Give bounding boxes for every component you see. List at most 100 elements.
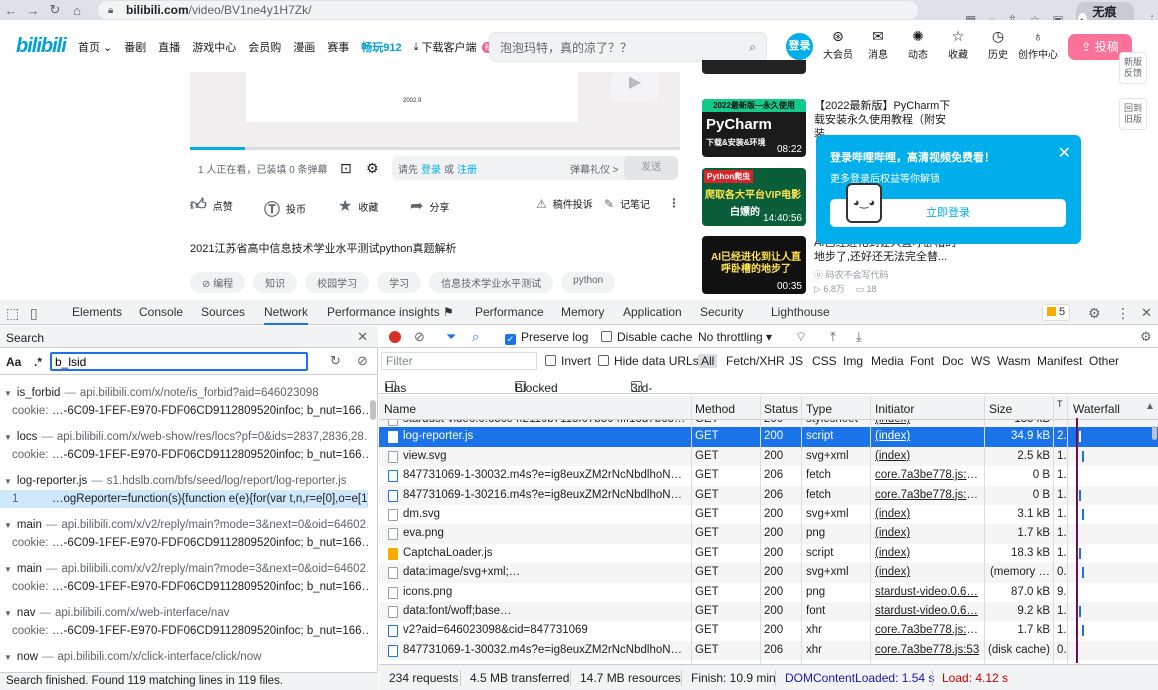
result-header[interactable]: ▼ locs — api.bilibili.com/x/web-show/res/lo… <box>0 428 368 446</box>
history-button[interactable]: ◷ 历史 <box>978 28 1018 61</box>
close-search-icon[interactable]: ✕ <box>357 329 368 345</box>
tab-sources[interactable]: Sources <box>201 305 245 319</box>
type-filter-all[interactable]: All <box>698 354 718 368</box>
type-filter-js[interactable]: JS <box>789 354 803 368</box>
close-icon[interactable]: ✕ <box>1058 143 1071 163</box>
type-filter-other[interactable]: Other <box>1089 354 1119 368</box>
expand-triangle-icon[interactable]: ▼ <box>4 653 12 662</box>
feedback-button[interactable]: 新版反馈 <box>1119 52 1147 84</box>
result-header[interactable]: ▼ main — api.bilibili.com/x/v2/reply/main?m… <box>0 560 368 578</box>
tag[interactable]: 知识 <box>253 272 298 293</box>
play-icon[interactable]: ▶ <box>611 72 659 102</box>
nav-event[interactable]: 畅玩912 <box>361 39 401 55</box>
result-header[interactable]: ▼ log-reporter.js — s1.hdslb.com/bfs/seed/l… <box>0 472 368 490</box>
device-toggle-icon[interactable]: ▯ <box>30 305 38 322</box>
request-initiator[interactable]: (index) <box>875 566 981 578</box>
dynamics-button[interactable]: ✺ 动态 <box>898 28 938 61</box>
request-row[interactable]: dm.svg GET 200 svg+xml (index) 3.1 kB 1. <box>379 505 1158 524</box>
search-result[interactable]: ▼ main — api.bilibili.com/x/v2/reply/main?m… <box>0 560 368 596</box>
request-initiator[interactable]: (index) <box>875 430 981 442</box>
col-size[interactable]: Size <box>989 402 1012 416</box>
tab-application[interactable]: Application <box>623 305 682 319</box>
request-row[interactable]: 847731069-1-30216.m4s?e=ig8euxZM2rNcNbdl… <box>379 485 1158 505</box>
reco-uploader[interactable]: ⓤ 码农不会写代码 <box>814 268 889 281</box>
request-row[interactable]: 847731069-1-30032.m4s?e=ig8euxZM2rNcNbdl… <box>379 466 1158 485</box>
result-match[interactable]: cookie: …-6C09-1FEF-E970-FDF06CD911280952… <box>0 622 368 640</box>
request-initiator[interactable]: (index) <box>875 508 981 520</box>
result-match[interactable]: 1 …ogReporter=function(s){function e(e){f… <box>0 490 368 508</box>
search-result[interactable]: ▼ locs — api.bilibili.com/x/web-show/res/lo… <box>0 428 368 464</box>
preserve-log-checkbox[interactable]: ✓ Preserve log <box>505 330 588 345</box>
hide-data-urls-checkbox[interactable]: Hide data URLs <box>598 354 699 368</box>
type-filter-ws[interactable]: WS <box>971 354 990 368</box>
nav-manga[interactable]: 漫画 <box>293 39 315 55</box>
result-match[interactable]: cookie: …-6C09-1FEF-E970-FDF06CD911280952… <box>0 446 368 464</box>
video-player[interactable]: 2002.9 ▶ <box>190 72 680 150</box>
forward-icon[interactable]: → <box>22 3 44 18</box>
result-header[interactable]: ▼ main — api.bilibili.com/x/v2/reply/main?m… <box>0 516 368 534</box>
nav-game[interactable]: 游戏中心 <box>192 39 236 55</box>
send-button[interactable]: 发送 <box>624 156 678 180</box>
clear-log-icon[interactable]: ⊘ <box>414 329 425 345</box>
clear-icon[interactable]: ⊘ <box>357 353 368 369</box>
expand-triangle-icon[interactable]: ▼ <box>4 433 12 442</box>
type-filter-doc[interactable]: Doc <box>942 354 963 368</box>
search-result[interactable]: ▼ now — api.bilibili.com/x/click-interface/… <box>0 648 368 666</box>
expand-triangle-icon[interactable]: ▼ <box>4 521 12 530</box>
home-icon[interactable]: ⌂ <box>66 3 88 18</box>
col-method[interactable]: Method <box>695 402 735 416</box>
reco-item[interactable]: AI已经进化到让人直呼卧槽的地步了 00:35 AI已经进化到让人直呼卧槽的地步… <box>702 236 962 296</box>
search-result[interactable]: ▼ log-reporter.js — s1.hdslb.com/bfs/seed/l… <box>0 472 368 508</box>
tag[interactable]: 信息技术学业水平测试 <box>429 272 554 293</box>
progress-bar[interactable] <box>190 147 680 150</box>
tab-performance[interactable]: Performance <box>475 305 544 319</box>
export-har-icon[interactable]: ⤓ <box>856 329 862 345</box>
result-header[interactable]: ▼ now — api.bilibili.com/x/click-interface/… <box>0 648 368 666</box>
tab-security[interactable]: Security <box>700 305 743 319</box>
request-row[interactable]: v2?aid=646023098&cid=847731069 GET 200 xhr c… <box>379 621 1158 640</box>
request-initiator[interactable]: core.7a3be778.js:3… <box>875 469 981 481</box>
coin-button[interactable]: Ⓣ 投币 <box>264 196 306 220</box>
import-har-icon[interactable]: ⤒ <box>830 329 836 345</box>
throttling-select[interactable]: No throttling ▾ <box>698 330 772 344</box>
settings-gear-icon[interactable]: ⚙ <box>1088 305 1101 322</box>
reco-thumbnail-partial[interactable] <box>702 60 806 74</box>
col-time[interactable]: T <box>1057 399 1063 409</box>
expand-triangle-icon[interactable]: ▼ <box>4 609 12 618</box>
expand-triangle-icon[interactable]: ▼ <box>4 389 12 398</box>
request-initiator[interactable]: (index) <box>875 527 981 539</box>
expand-triangle-icon[interactable]: ▼ <box>4 565 12 574</box>
request-initiator[interactable]: core.7a3be778.js:3… <box>875 489 981 501</box>
filter-icon[interactable]: ⏷ <box>446 329 456 345</box>
table-scrollbar[interactable] <box>1152 426 1157 440</box>
col-initiator[interactable]: Initiator <box>875 402 914 416</box>
nav-live[interactable]: 直播 <box>158 39 180 55</box>
danmaku-toggle-icon[interactable]: ⊡ <box>340 160 352 177</box>
type-filter-css[interactable]: CSS <box>812 354 837 368</box>
danmaku-settings-icon[interactable]: ⚙ <box>366 160 379 177</box>
tab-console[interactable]: Console <box>139 305 183 319</box>
type-filter-img[interactable]: Img <box>843 354 863 368</box>
vip-button[interactable]: ⊛ 大会员 <box>818 28 858 61</box>
result-match[interactable]: cookie: …-6C09-1FEF-E970-FDF06CD911280952… <box>0 578 368 596</box>
invert-checkbox[interactable]: Invert <box>545 354 591 368</box>
result-match[interactable]: cookie: …-6C09-1FEF-E970-FDF06CD911280952… <box>0 534 368 552</box>
request-initiator[interactable]: (index) <box>875 547 981 559</box>
result-header[interactable]: ▼ nav — api.bilibili.com/x/web-interface/na… <box>0 604 368 622</box>
tag[interactable]: 校园学习 <box>305 272 370 293</box>
request-row[interactable]: 847731069-1-30032.m4s?e=ig8euxZM2rNcNbdl… <box>379 640 1158 661</box>
filter-input[interactable]: Filter <box>381 352 537 370</box>
danmaku-input[interactable]: 请先 登录 或 注册 弹幕礼仪 > 发送 <box>392 156 678 180</box>
search-input[interactable]: 泡泡玛特，真的凉了？？ ⌕ <box>489 32 767 62</box>
nav-anime[interactable]: 番剧 <box>124 39 146 55</box>
type-filter-fetch[interactable]: Fetch/XHR <box>726 354 785 368</box>
search-result[interactable]: ▼ is_forbid — api.bilibili.com/x/note/is_fo… <box>0 384 368 420</box>
request-initiator[interactable]: stardust-video.0.6… <box>875 586 981 598</box>
network-settings-icon[interactable]: ⚙ <box>1140 329 1152 345</box>
request-initiator[interactable]: core.7a3be778.js:53 <box>875 644 981 656</box>
result-header[interactable]: ▼ is_forbid — api.bilibili.com/x/note/is_fo… <box>0 384 368 402</box>
waterfall-sort-icon[interactable]: ▲ <box>1145 401 1155 412</box>
nav-esports[interactable]: 赛事 <box>327 39 349 55</box>
tab-lighthouse[interactable]: Lighthouse <box>771 305 830 319</box>
request-row[interactable]: log-reporter.js GET 200 script (index) 34.9 k… <box>379 427 1158 447</box>
